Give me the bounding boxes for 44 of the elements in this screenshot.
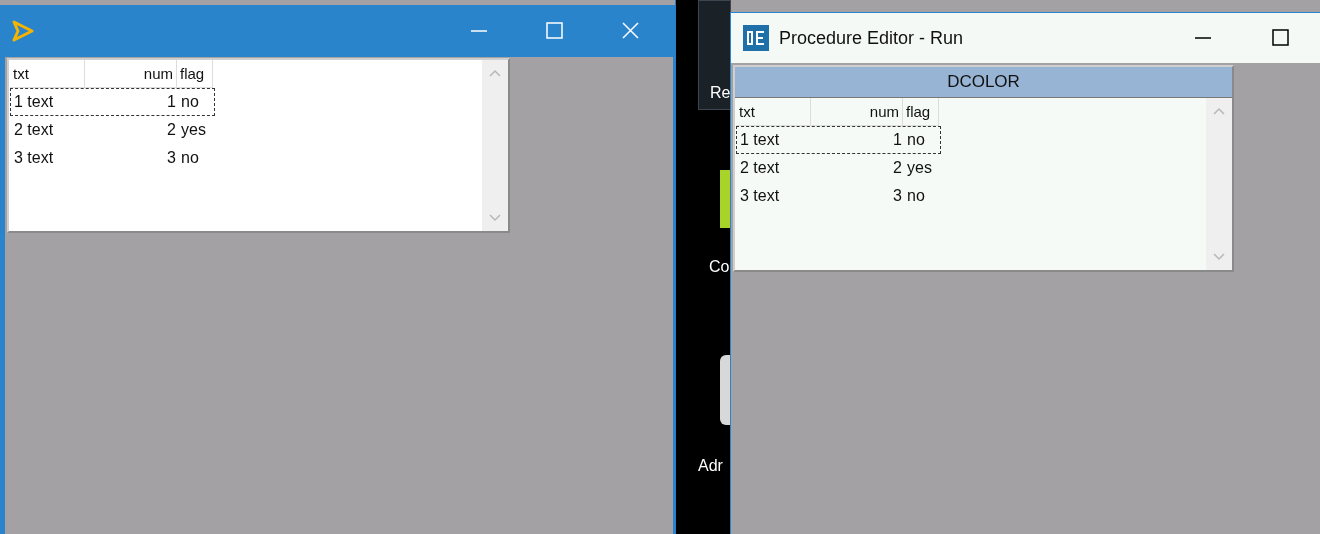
table-cell-text: 1 xyxy=(166,93,177,111)
column-header[interactable]: txt xyxy=(10,60,85,88)
table-cell-text: 2 xyxy=(892,159,903,177)
scroll-down-icon[interactable] xyxy=(488,213,502,223)
table-cell-text: 1 xyxy=(892,131,903,149)
table-cell-text: 2 text xyxy=(13,121,55,139)
desktop-icon-label[interactable]: Co xyxy=(709,258,730,276)
scroll-up-icon[interactable] xyxy=(488,68,502,78)
app-logo-icon xyxy=(743,25,769,51)
table-cell-text: 1 text xyxy=(739,131,781,149)
column-header[interactable]: txt xyxy=(736,98,811,126)
table-cell-text: 1 text xyxy=(13,93,55,111)
table-cell-text: 3 text xyxy=(739,187,781,205)
browse-title: DCOLOR xyxy=(735,67,1232,98)
column-header[interactable]: flag xyxy=(177,60,213,88)
scroll-down-icon[interactable] xyxy=(1212,252,1226,262)
table-cell-text: yes xyxy=(180,121,207,139)
table-row[interactable]: 1 text 1 no xyxy=(736,126,941,154)
table-row[interactable]: 3 text 3 no xyxy=(736,182,941,210)
window-title: Procedure Editor - Run xyxy=(779,27,964,49)
table-row[interactable]: 2 text 2 yes xyxy=(10,116,215,144)
scrollbar[interactable] xyxy=(482,60,508,231)
table-cell-text: yes xyxy=(906,159,933,177)
table-cell-text: 3 xyxy=(166,149,177,167)
table-cell-text: no xyxy=(906,187,926,205)
table-cell-text: 2 text xyxy=(739,159,781,177)
scrollbar[interactable] xyxy=(1206,98,1232,270)
desktop-icon-label[interactable]: Re xyxy=(710,84,731,102)
arrow-logo-icon xyxy=(11,20,35,42)
desktop-icon-tile[interactable] xyxy=(698,0,731,110)
column-header[interactable]: num xyxy=(811,98,903,126)
desktop-icon-label[interactable]: Adr xyxy=(698,457,723,475)
scroll-up-icon[interactable] xyxy=(1212,106,1226,116)
table-cell-text: 2 xyxy=(166,121,177,139)
column-header[interactable]: num xyxy=(85,60,177,88)
table-row[interactable]: 3 text 3 no xyxy=(10,144,215,172)
table-cell-text: no xyxy=(180,149,200,167)
table-row[interactable]: 1 text 1 no xyxy=(10,88,215,116)
column-header[interactable]: flag xyxy=(903,98,939,126)
table-cell-text: 3 xyxy=(892,187,903,205)
table-cell-text: 3 text xyxy=(13,149,55,167)
table-row[interactable]: 2 text 2 yes xyxy=(736,154,941,182)
table-cell-text: no xyxy=(180,93,200,111)
table-cell-text: no xyxy=(906,131,926,149)
